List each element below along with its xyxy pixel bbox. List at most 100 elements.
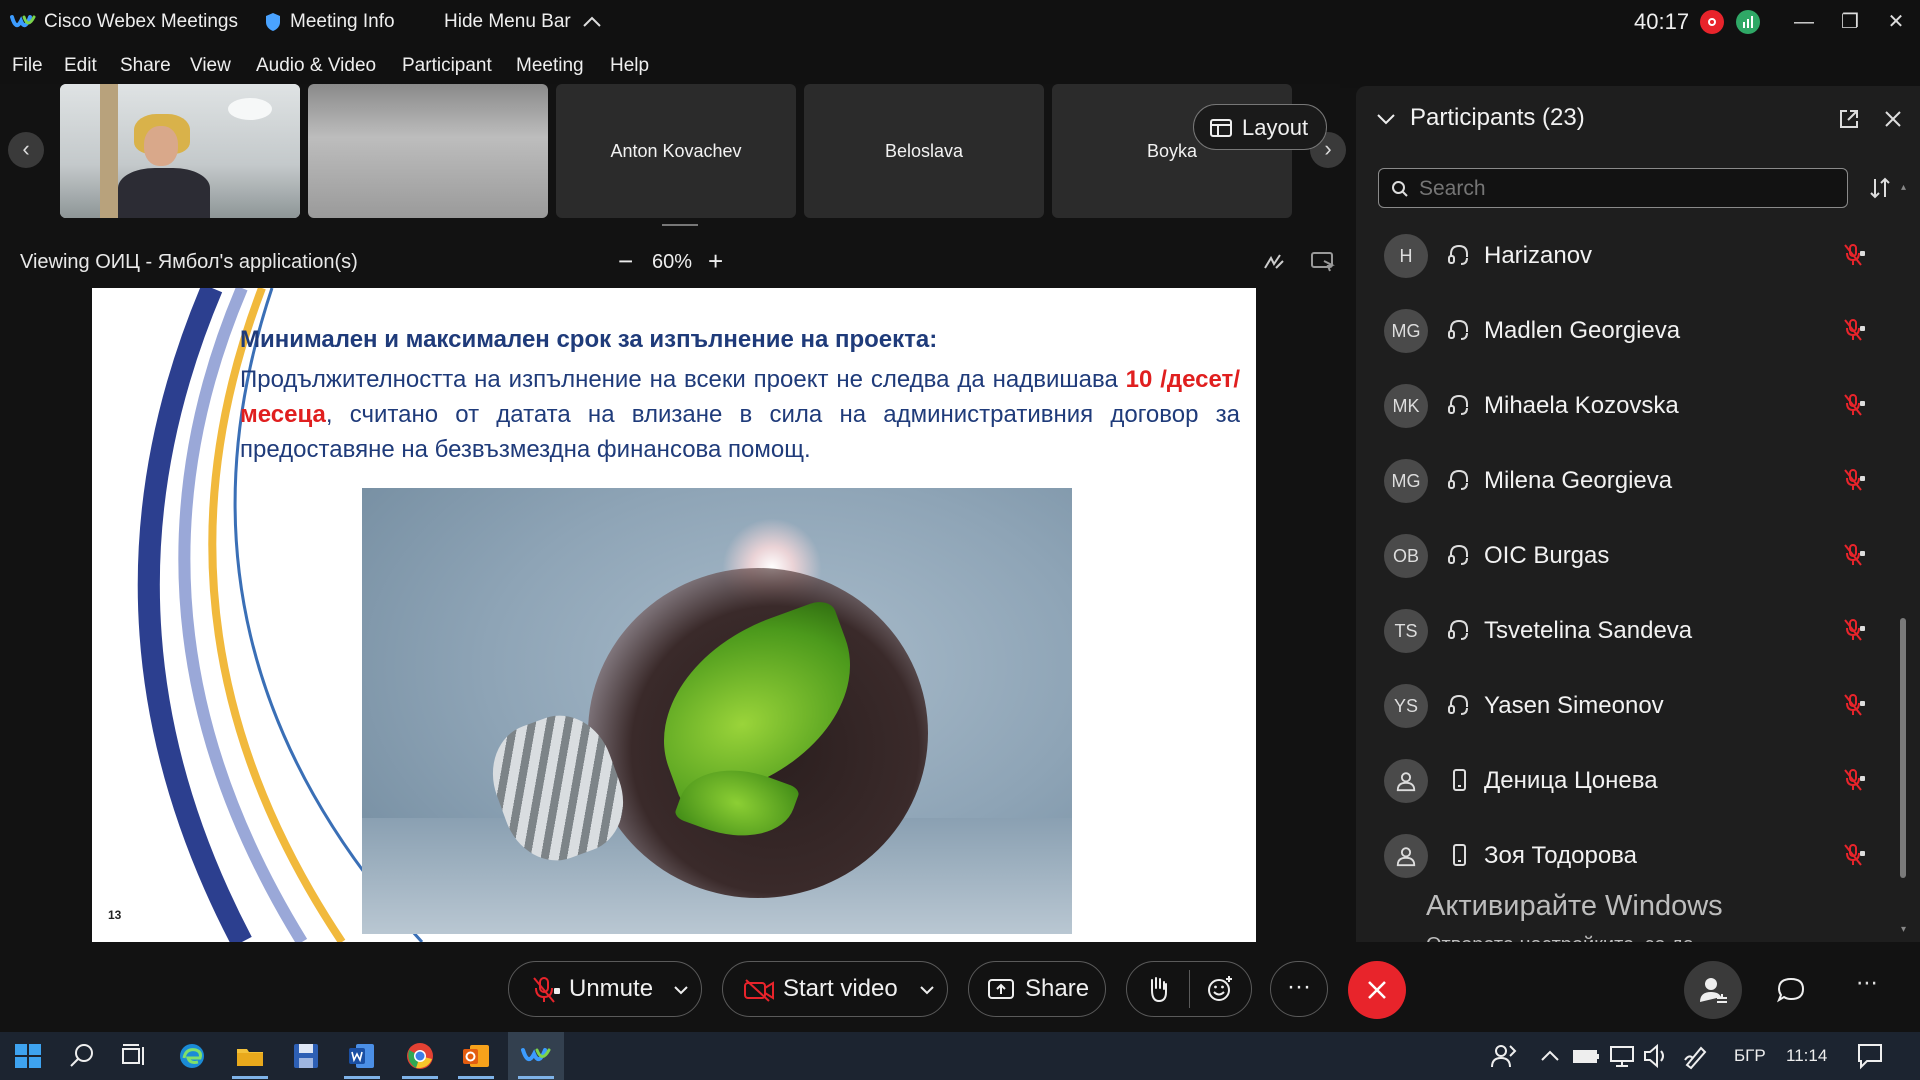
pen-icon[interactable]	[1680, 1040, 1712, 1072]
participants-toggle-button[interactable]	[1684, 961, 1742, 1019]
layout-label: Layout	[1242, 115, 1309, 140]
zoom-out-button[interactable]: −	[618, 238, 633, 286]
menu-view[interactable]: View	[190, 44, 231, 88]
people-icon[interactable]	[1488, 1040, 1520, 1072]
battery-icon[interactable]	[1570, 1040, 1602, 1072]
word-icon[interactable]	[346, 1040, 378, 1072]
muted-mic-icon	[533, 977, 560, 1003]
close-panel-icon[interactable]	[1884, 110, 1902, 128]
mobile-device-icon	[1446, 842, 1472, 868]
participant-avatar-person-icon	[1384, 759, 1428, 803]
raise-hand-icon[interactable]	[1143, 974, 1173, 1004]
input-language[interactable]: БГР	[1734, 1032, 1766, 1080]
sort-icon[interactable]	[1868, 176, 1892, 200]
webex-taskbar-button[interactable]	[508, 1032, 564, 1080]
unmute-options-chevron-icon[interactable]	[673, 984, 689, 996]
video-options-chevron-icon[interactable]	[919, 984, 935, 996]
participant-name: Madlen Georgieva	[1484, 317, 1681, 344]
video-thumbnail-blurred[interactable]	[308, 84, 548, 218]
participant-row[interactable]: YS Yasen Simeonov	[1356, 668, 1876, 743]
menu-help[interactable]: Help	[610, 44, 649, 88]
share-button[interactable]: Share	[968, 961, 1106, 1017]
video-thumbnail-anton-kovachev[interactable]: Anton Kovachev	[556, 84, 796, 218]
participant-row[interactable]: MG Milena Georgieva	[1356, 443, 1876, 518]
reactions-emoji-icon[interactable]	[1205, 974, 1235, 1004]
muted-mic-icon[interactable]	[1842, 842, 1868, 868]
unmute-button[interactable]: Unmute	[508, 961, 702, 1017]
muted-mic-icon[interactable]	[1842, 692, 1868, 718]
participants-scrollbar[interactable]: ▴ ▾	[1898, 182, 1908, 942]
task-view-icon[interactable]	[118, 1040, 150, 1072]
menu-participant[interactable]: Participant	[402, 44, 492, 88]
participant-row[interactable]: Деница Цонева	[1356, 743, 1876, 818]
file-explorer-icon[interactable]	[234, 1040, 266, 1072]
menu-meeting[interactable]: Meeting	[516, 44, 584, 88]
hide-menu-label: Hide Menu Bar	[444, 11, 571, 32]
outlook-icon[interactable]	[460, 1040, 492, 1072]
video-thumbnail-self[interactable]	[60, 84, 300, 218]
zoom-in-button[interactable]: +	[708, 238, 723, 286]
muted-mic-icon[interactable]	[1842, 242, 1868, 268]
menu-edit[interactable]: Edit	[64, 44, 97, 88]
muted-mic-icon[interactable]	[1842, 617, 1868, 643]
participant-avatar: MK	[1384, 384, 1428, 428]
chat-icon[interactable]	[1776, 976, 1806, 1004]
windows-start-icon[interactable]	[12, 1040, 44, 1072]
strip-resize-handle[interactable]	[662, 224, 698, 226]
more-panels-icon[interactable]: ⋯	[1856, 970, 1878, 996]
participant-row[interactable]: MG Madlen Georgieva	[1356, 293, 1876, 368]
share-label: Share	[1025, 975, 1090, 1002]
webex-logo-icon	[10, 14, 36, 28]
participant-name: Harizanov	[1484, 242, 1593, 269]
pop-out-icon[interactable]	[1838, 108, 1860, 130]
mobile-device-icon	[1446, 767, 1472, 793]
participant-row[interactable]: H Harizanov	[1356, 218, 1876, 293]
start-video-button[interactable]: Start video	[722, 961, 948, 1017]
remote-control-icon[interactable]	[1310, 250, 1336, 274]
save-app-icon[interactable]	[290, 1040, 322, 1072]
menu-audio-video[interactable]: Audio & Video	[256, 44, 376, 88]
video-thumbnail-beloslava[interactable]: Beloslava	[804, 84, 1044, 218]
search-input[interactable]	[1417, 173, 1841, 205]
menu-share[interactable]: Share	[120, 44, 171, 88]
taskbar-clock[interactable]: 11:14	[1786, 1032, 1827, 1080]
strip-prev-button[interactable]: ‹	[8, 132, 44, 168]
participant-avatar-person-icon	[1384, 834, 1428, 878]
more-options-button[interactable]: ···	[1270, 961, 1328, 1017]
participant-row[interactable]: OB OIC Burgas	[1356, 518, 1876, 593]
muted-mic-icon[interactable]	[1842, 542, 1868, 568]
participant-search-field[interactable]	[1378, 168, 1848, 208]
network-health-icon[interactable]	[1736, 10, 1760, 34]
windows-taskbar: БГР 11:14	[0, 1032, 1920, 1080]
muted-mic-icon[interactable]	[1842, 317, 1868, 343]
participant-avatar: H	[1384, 234, 1428, 278]
close-window-button[interactable]: ✕	[1868, 0, 1920, 44]
participant-name: Yasen Simeonov	[1484, 692, 1664, 719]
headset-audio-icon	[1446, 542, 1472, 568]
edge-browser-icon[interactable]	[176, 1040, 208, 1072]
layout-button[interactable]: Layout	[1193, 104, 1327, 150]
chrome-icon[interactable]	[404, 1040, 436, 1072]
system-tray-chevron-icon[interactable]	[1534, 1040, 1566, 1072]
search-icon	[1392, 181, 1408, 197]
meeting-info-button[interactable]: Meeting Info	[264, 0, 395, 44]
muted-mic-icon[interactable]	[1842, 467, 1868, 493]
title-bar: Cisco Webex Meetings Meeting Info Hide M…	[0, 0, 1920, 44]
annotate-icon[interactable]	[1262, 250, 1286, 274]
muted-mic-icon[interactable]	[1842, 392, 1868, 418]
network-icon[interactable]	[1606, 1040, 1638, 1072]
leave-meeting-button[interactable]	[1348, 961, 1406, 1019]
participant-row[interactable]: Зоя Тодорова	[1356, 818, 1876, 893]
participant-row[interactable]: TS Tsvetelina Sandeva	[1356, 593, 1876, 668]
menu-file[interactable]: File	[12, 44, 43, 88]
hide-menu-bar-button[interactable]: Hide Menu Bar	[444, 0, 602, 44]
participant-row[interactable]: MK Mihaela Kozovska	[1356, 368, 1876, 443]
lightbulb-leaf-image	[362, 488, 1072, 934]
chevron-down-icon[interactable]	[1376, 112, 1396, 126]
reactions-group	[1126, 961, 1252, 1017]
notifications-icon[interactable]	[1854, 1040, 1886, 1072]
recording-icon[interactable]	[1700, 10, 1724, 34]
muted-mic-icon[interactable]	[1842, 767, 1868, 793]
volume-icon[interactable]	[1640, 1040, 1672, 1072]
search-taskbar-icon[interactable]	[66, 1040, 98, 1072]
